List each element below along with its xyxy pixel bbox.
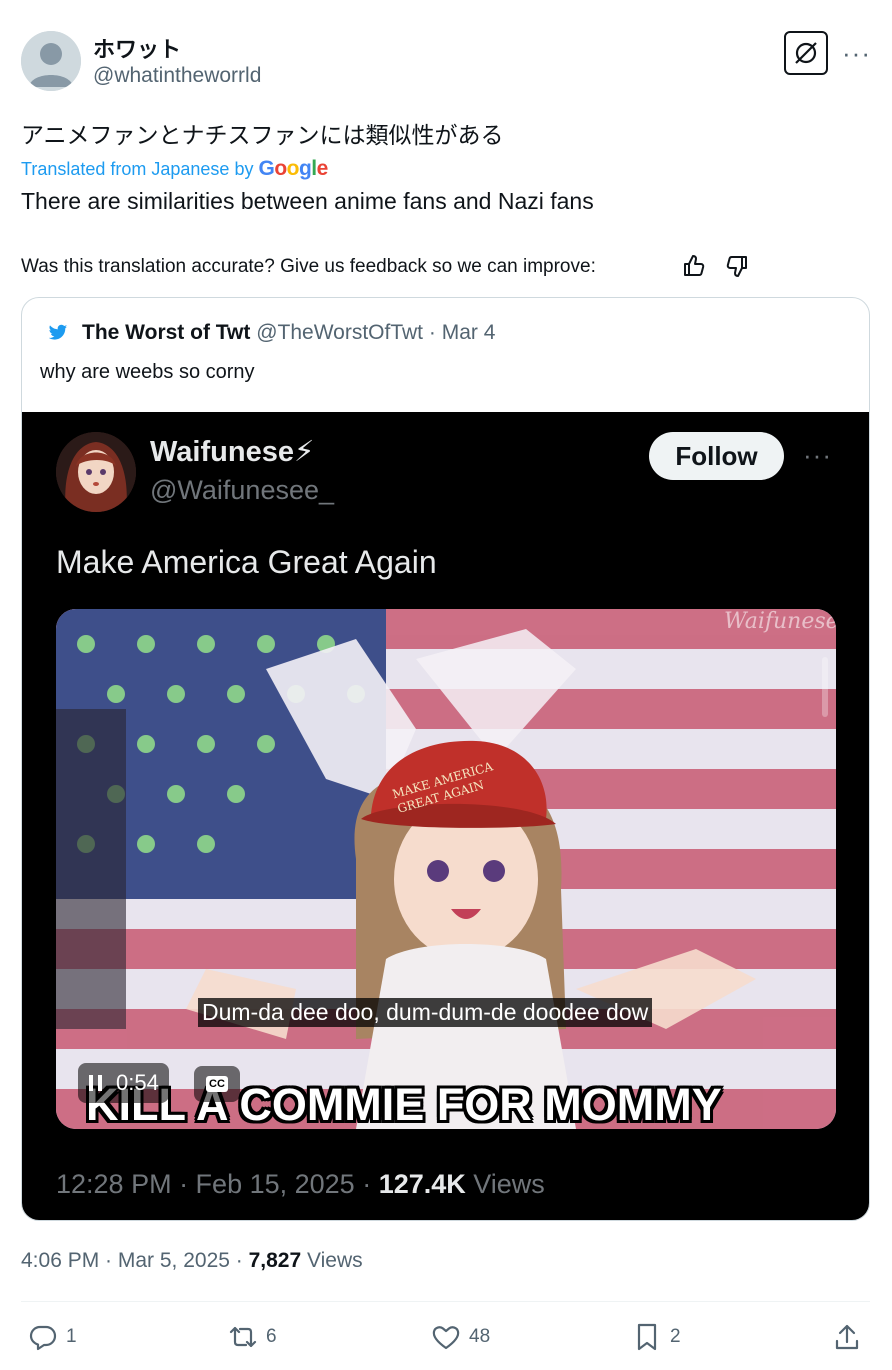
embedded-follow-button: Follow [649, 432, 784, 480]
tweet-views-count: 7,827 [248, 1249, 302, 1272]
author-display-name[interactable]: ホワット [93, 32, 181, 64]
bookmark-count: 2 [670, 1326, 681, 1347]
quoted-media[interactable]: Waifunese⚡ @Waifunesee_ Follow ··· Make … [22, 412, 869, 1220]
tweet-footer: 4:06 PM · Mar 5, 2025 · 7,827 Views [21, 1249, 363, 1273]
pause-icon [89, 1075, 102, 1091]
embedded-author-handle: @Waifunesee_ [150, 475, 335, 505]
like-button[interactable]: 48 [431, 1322, 490, 1352]
anime-avatar-image [56, 432, 136, 512]
translation-feedback-prompt: Was this translation accurate? Give us f… [21, 256, 596, 277]
translated-prefix: Translated from Japanese by [21, 159, 254, 179]
video-burned-caption: KILL A COMMIE FOR MOMMY [86, 1079, 722, 1129]
share-button[interactable] [832, 1322, 870, 1352]
translated-by-label[interactable]: Translated from Japanese by Google [21, 157, 328, 181]
embedded-tweet-text: Make America Great Again [56, 544, 437, 580]
quoted-author-name[interactable]: The Worst of Twt [82, 321, 250, 344]
quoted-author-handle[interactable]: @TheWorstOfTwt [256, 321, 423, 344]
embedded-views-count: 127.4K [378, 1169, 466, 1199]
embedded-more-icon: ··· [803, 440, 832, 470]
retweet-count: 6 [266, 1326, 277, 1347]
quoted-tweet-text: why are weebs so corny [40, 361, 255, 383]
video-frame-image: MAKE AMERICA GREAT AGAIN [56, 609, 836, 1129]
embedded-author-name: Waifunese⚡ [150, 436, 315, 468]
embedded-timestamp: 12:28 PM · Feb 15, 2025 · [56, 1169, 379, 1199]
embedded-author-avatar [56, 432, 136, 512]
reply-icon [29, 1325, 57, 1351]
google-logo: Google [258, 157, 328, 180]
video-time: 0:54 [116, 1070, 159, 1095]
share-icon [835, 1324, 859, 1350]
quoted-date[interactable]: Mar 4 [442, 321, 496, 344]
captions-button: CC [194, 1066, 240, 1102]
default-avatar-icon [21, 31, 81, 91]
like-count: 48 [469, 1326, 491, 1347]
embedded-views-label: Views [465, 1169, 545, 1199]
quoted-author-line: The Worst of Twt @TheWorstOfTwt · Mar 4 [82, 321, 495, 345]
tweet-translated-text: There are similarities between anime fan… [21, 188, 594, 214]
video-subtitle: Dum-da dee doo, dum-dum-de doodee dow [198, 998, 653, 1027]
tweet-views-label: Views [301, 1249, 363, 1272]
bookmark-icon [637, 1323, 657, 1351]
more-icon[interactable]: ··· [842, 38, 871, 69]
author-handle[interactable]: @whatintheworrld [93, 64, 261, 88]
retweet-icon [229, 1326, 257, 1348]
video-player: MAKE AMERICA GREAT AGAIN Waifunese Dum-d… [56, 609, 836, 1129]
bookmark-button[interactable]: 2 [632, 1322, 681, 1352]
divider [21, 1301, 870, 1302]
reply-count: 1 [66, 1326, 77, 1347]
twitter-bird-icon [48, 324, 68, 340]
grok-button[interactable] [784, 31, 828, 75]
grok-icon [795, 42, 817, 64]
reply-button[interactable]: 1 [28, 1322, 77, 1352]
tweet-original-text: アニメファンとナチスファンには類似性がある [21, 123, 504, 149]
quoted-separator: · [428, 321, 436, 344]
quoted-tweet-card[interactable]: The Worst of Twt @TheWorstOfTwt · Mar 4 … [21, 297, 870, 1221]
thumbs-up-icon[interactable] [681, 253, 707, 279]
video-watermark: Waifunese [724, 609, 836, 634]
author-avatar[interactable] [21, 31, 81, 91]
video-time-control: 0:54 [78, 1063, 169, 1103]
cc-icon: CC [206, 1076, 228, 1092]
thumbs-down-icon[interactable] [724, 253, 750, 279]
heart-icon [432, 1326, 460, 1350]
embedded-tweet-footer: 12:28 PM · Feb 15, 2025 · 127.4K Views [56, 1169, 545, 1200]
tweet-timestamp[interactable]: 4:06 PM · Mar 5, 2025 · [21, 1249, 249, 1272]
video-scrollbar [822, 657, 828, 717]
retweet-button[interactable]: 6 [228, 1322, 277, 1352]
